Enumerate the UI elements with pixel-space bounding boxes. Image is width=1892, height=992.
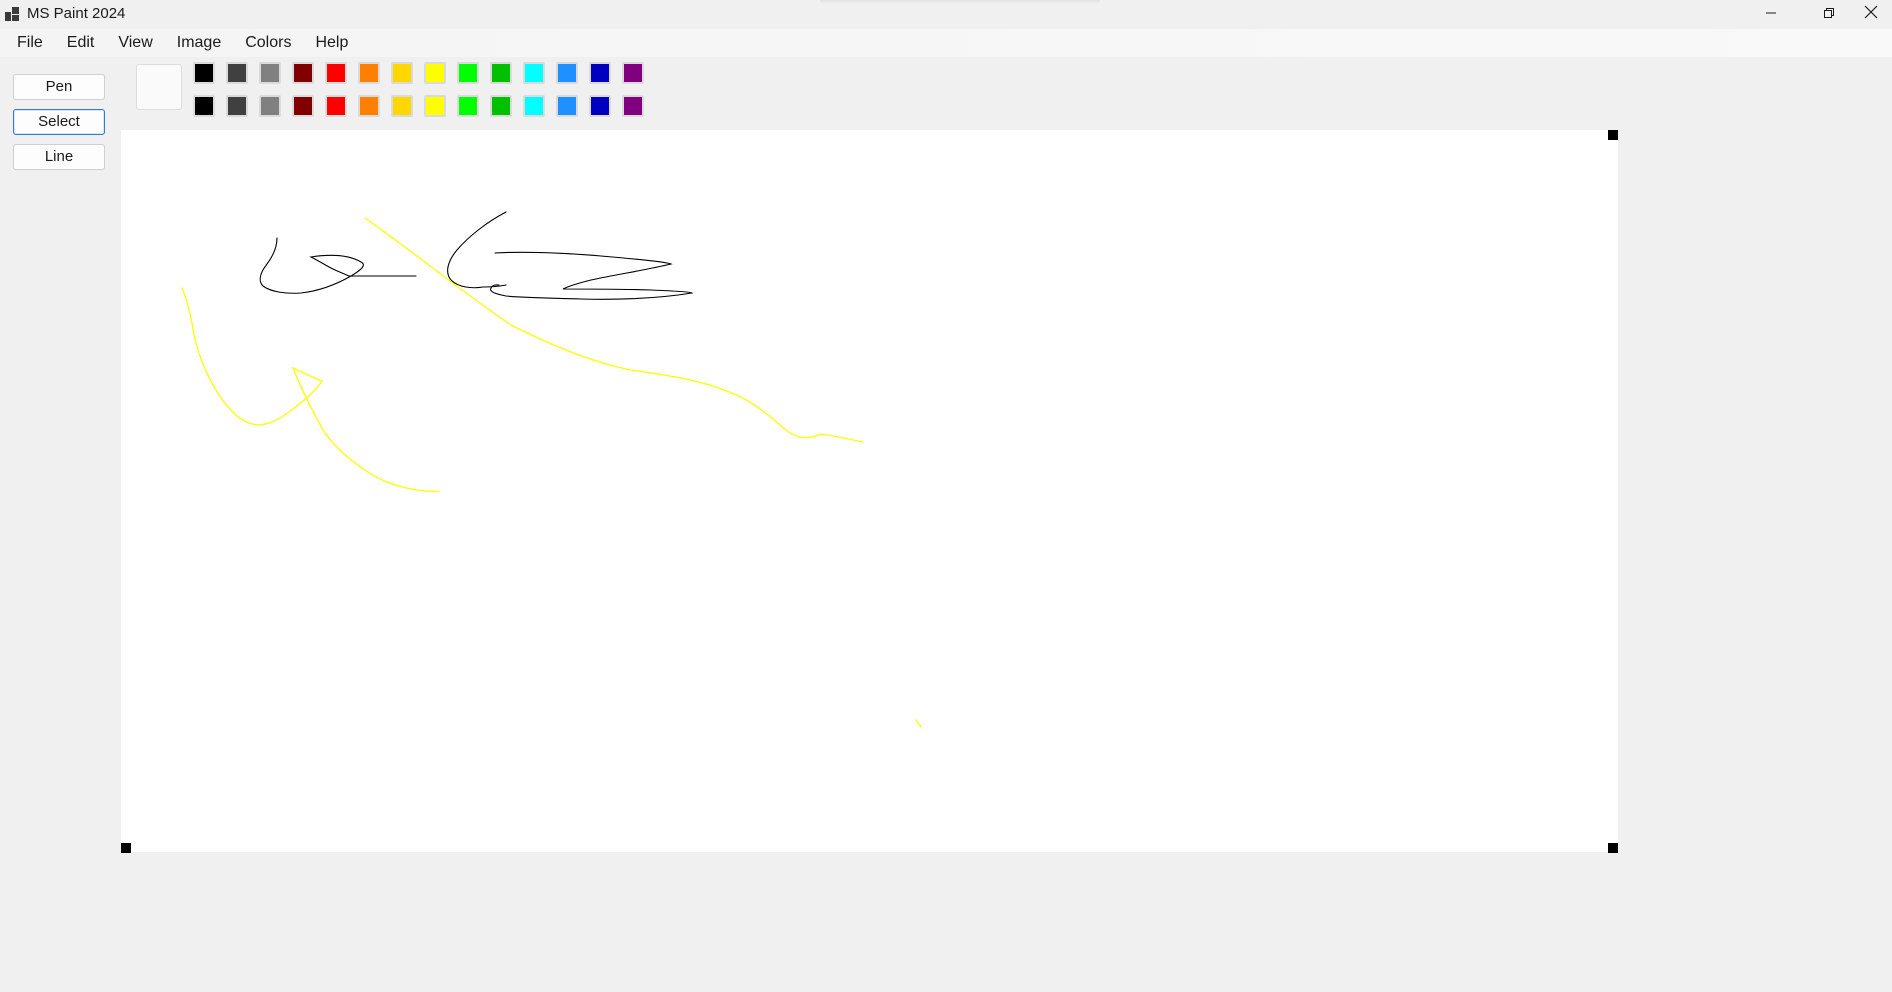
restore-icon [1823,6,1835,24]
palette-swatch[interactable] [556,62,578,84]
tool-panel: Pen Select Line [13,74,105,179]
paint-window: MS Paint 2024 File Edit View Image Color… [0,0,1892,992]
palette-swatch[interactable] [523,95,545,117]
menu-bar: File Edit View Image Colors Help [0,29,1892,57]
resize-handle-bottom-left[interactable] [121,843,131,853]
palette-swatch[interactable] [358,62,380,84]
title-bar-highlight [820,0,1100,4]
palette-swatch[interactable] [622,62,644,84]
menu-file[interactable]: File [0,33,55,53]
resize-handle-bottom-right[interactable] [1608,843,1618,853]
palette-swatch[interactable] [226,95,248,117]
palette-swatch[interactable] [424,62,446,84]
palette-swatch[interactable] [523,62,545,84]
canvas-drawing [181,211,922,728]
palette-swatch[interactable] [391,95,413,117]
palette-swatch[interactable] [358,95,380,117]
current-color-swatch[interactable] [136,64,182,110]
color-palette [193,62,655,128]
palette-swatch[interactable] [259,62,281,84]
restore-button[interactable] [1806,0,1852,29]
palette-swatch[interactable] [589,62,611,84]
drawing-canvas[interactable] [121,130,1618,852]
title-bar: MS Paint 2024 [0,0,1892,29]
palette-swatch[interactable] [325,62,347,84]
palette-swatch[interactable] [556,95,578,117]
close-icon [1864,5,1878,24]
palette-swatch[interactable] [292,62,314,84]
window-title: MS Paint 2024 [27,5,126,22]
palette-swatch[interactable] [457,95,479,117]
palette-swatch[interactable] [424,95,446,117]
yellow-stroke-loop [181,287,440,492]
pen-tool-button[interactable]: Pen [13,74,105,100]
black-stroke-hook [259,237,417,294]
yellow-stroke-diagonal [364,217,864,443]
line-tool-button[interactable]: Line [13,144,105,170]
menu-colors[interactable]: Colors [233,33,303,53]
paint-app-icon [5,7,19,21]
palette-swatch[interactable] [589,95,611,117]
menu-edit[interactable]: Edit [55,33,107,53]
palette-swatch[interactable] [457,62,479,84]
menu-view[interactable]: View [106,33,164,53]
palette-swatch[interactable] [490,62,512,84]
black-stroke-loop [490,251,694,300]
resize-handle-top-right[interactable] [1608,130,1618,140]
palette-swatch[interactable] [193,95,215,117]
close-button[interactable] [1864,0,1892,29]
select-tool-button[interactable]: Select [13,109,105,135]
palette-swatch[interactable] [259,95,281,117]
minimize-button[interactable] [1748,0,1794,29]
palette-swatch[interactable] [193,62,215,84]
palette-swatch[interactable] [391,62,413,84]
menu-help[interactable]: Help [303,33,360,53]
palette-swatch[interactable] [325,95,347,117]
palette-swatch[interactable] [490,95,512,117]
yellow-stroke-dot [915,719,922,728]
palette-swatch[interactable] [226,62,248,84]
palette-row-secondary [193,95,655,128]
palette-row-primary [193,62,655,95]
palette-swatch[interactable] [622,95,644,117]
palette-swatch[interactable] [292,95,314,117]
minimize-icon [1765,6,1777,24]
menu-image[interactable]: Image [165,33,233,53]
black-stroke-curve [447,211,507,289]
